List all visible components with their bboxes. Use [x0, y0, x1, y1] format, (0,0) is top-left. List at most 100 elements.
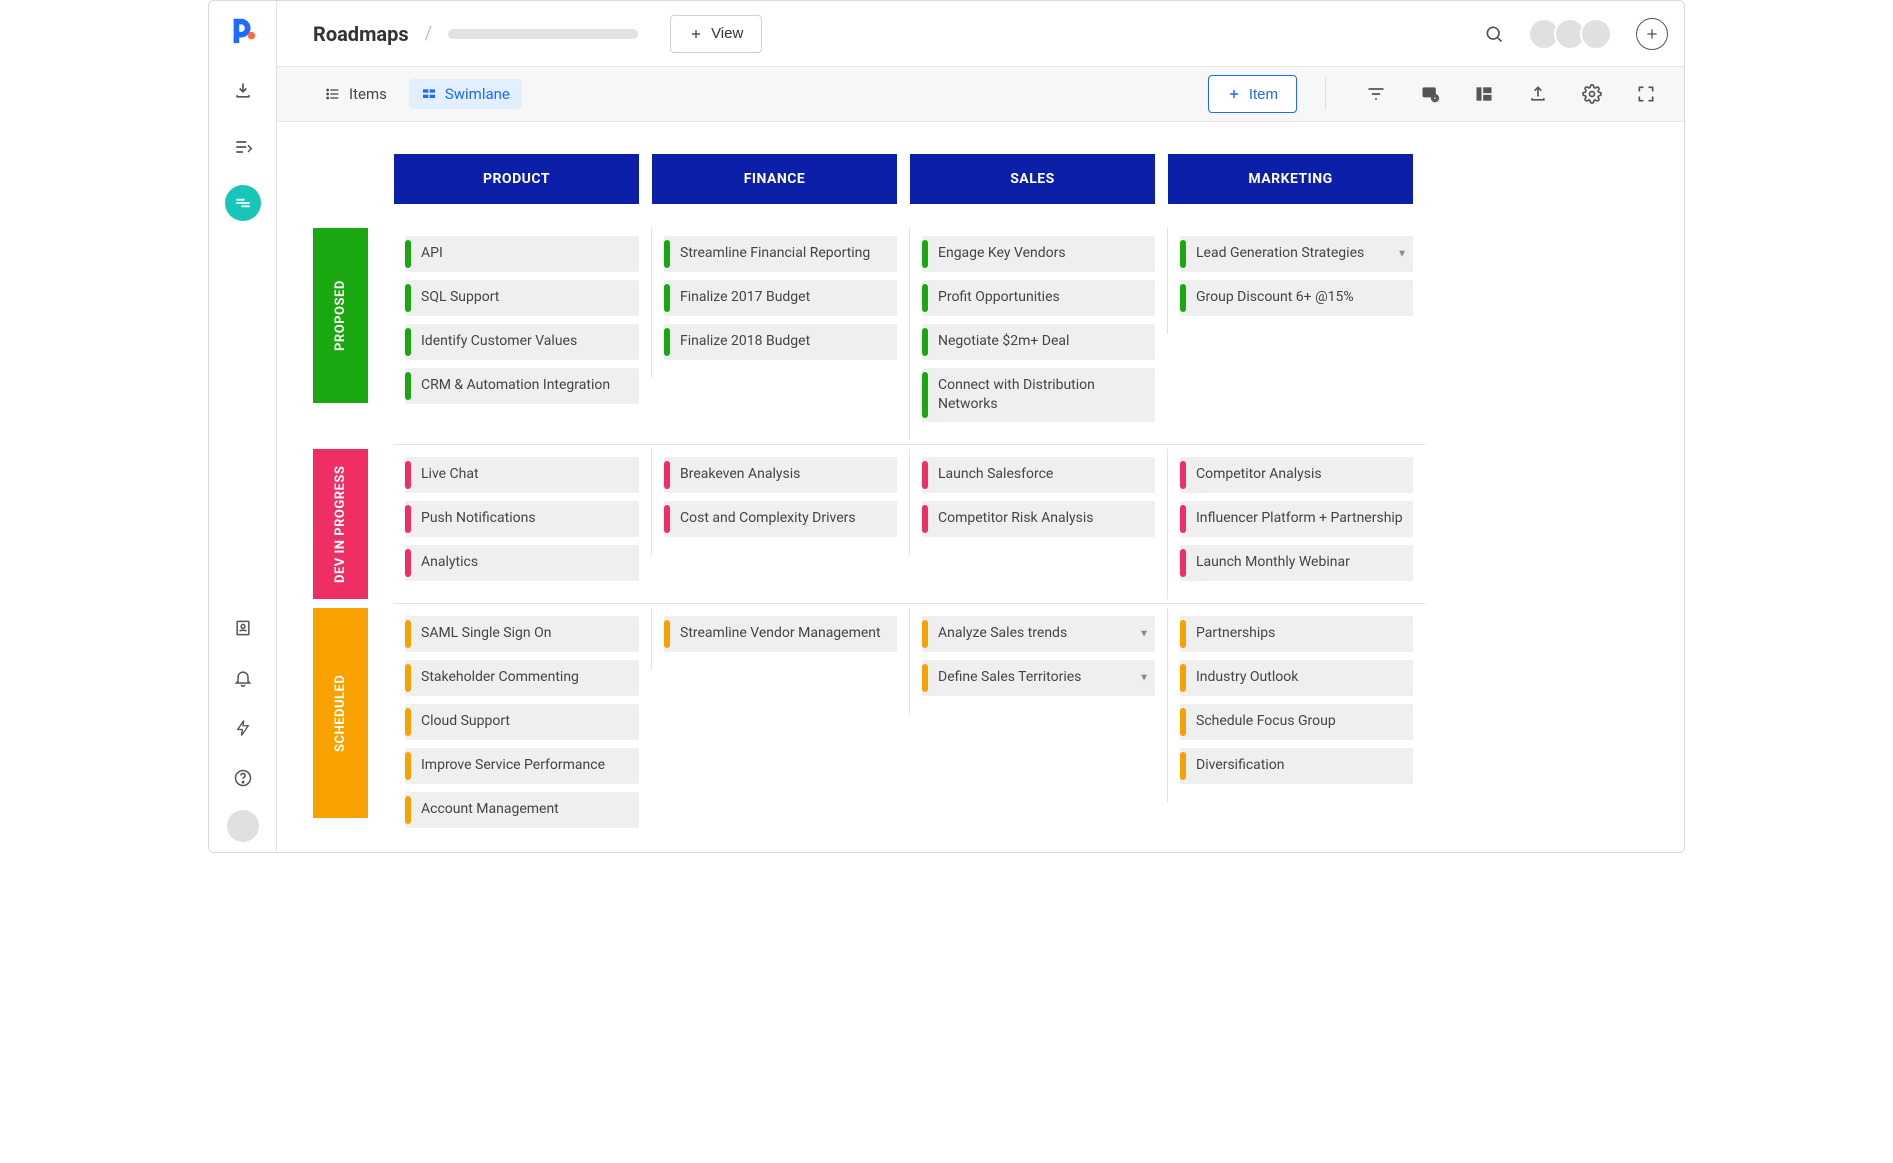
card[interactable]: Breakeven Analysis	[664, 457, 897, 493]
app-window: Roadmaps / View Items	[208, 0, 1685, 853]
card[interactable]: Push Notifications	[405, 501, 639, 537]
page-title: Roadmaps	[313, 22, 409, 46]
card[interactable]: Identify Customer Values	[405, 324, 639, 360]
card[interactable]: Define Sales Territories▼	[922, 660, 1155, 696]
card[interactable]: Engage Key Vendors	[922, 236, 1155, 272]
export-icon[interactable]	[1526, 82, 1550, 106]
cell-scheduled-finance[interactable]: Streamline Vendor Management	[651, 608, 909, 670]
list-icon	[325, 86, 341, 102]
user-avatar-placeholder[interactable]	[227, 810, 259, 842]
card[interactable]: Partnerships	[1180, 616, 1413, 652]
card[interactable]: Influencer Platform + Partnership	[1180, 501, 1413, 537]
card[interactable]: Profit Opportunities	[922, 280, 1155, 316]
card[interactable]: Finalize 2018 Budget	[664, 324, 897, 360]
cell-inprogress-sales[interactable]: Launch Salesforce Competitor Risk Analys…	[909, 449, 1167, 555]
cell-scheduled-sales[interactable]: Analyze Sales trends▼ Define Sales Terri…	[909, 608, 1167, 714]
card[interactable]: Competitor Risk Analysis	[922, 501, 1155, 537]
card[interactable]: Group Discount 6+ @15%	[1180, 280, 1413, 316]
card[interactable]: Launch Monthly Webinar	[1180, 545, 1413, 581]
collaborator-avatars[interactable]	[1528, 18, 1612, 50]
column-header-product[interactable]: PRODUCT	[394, 154, 639, 204]
bell-icon[interactable]	[225, 660, 261, 696]
tab-swimlane-label: Swimlane	[445, 85, 510, 103]
view-toolbar: Items Swimlane Item	[277, 66, 1684, 122]
contacts-icon[interactable]	[225, 610, 261, 646]
cell-inprogress-product[interactable]: Live Chat Push Notifications Analytics	[393, 449, 651, 599]
row-header-inprogress[interactable]: DEV IN PROGRESS	[313, 449, 368, 599]
row-header-scheduled[interactable]: SCHEDULED	[313, 608, 368, 818]
swimlane-board: PRODUCT FINANCE SALES MARKETING PROPOSED…	[277, 122, 1684, 852]
roadmap-icon[interactable]	[225, 185, 261, 221]
layout-icon[interactable]	[1472, 82, 1496, 106]
card[interactable]: API	[405, 236, 639, 272]
card[interactable]: Lead Generation Strategies▼	[1180, 236, 1413, 272]
plus-icon	[689, 27, 703, 41]
link-icon[interactable]	[1418, 82, 1442, 106]
add-item-button[interactable]: Item	[1208, 75, 1297, 113]
column-header-marketing[interactable]: MARKETING	[1168, 154, 1413, 204]
column-header-finance[interactable]: FINANCE	[652, 154, 897, 204]
card[interactable]: CRM & Automation Integration	[405, 368, 639, 404]
card[interactable]: Cloud Support	[405, 704, 639, 740]
card[interactable]: Launch Salesforce	[922, 457, 1155, 493]
card[interactable]: Schedule Focus Group	[1180, 704, 1413, 740]
card[interactable]: Live Chat	[405, 457, 639, 493]
card[interactable]: Analyze Sales trends▼	[922, 616, 1155, 652]
settings-icon[interactable]	[1580, 82, 1604, 106]
main-area: Roadmaps / View Items	[277, 1, 1684, 852]
row-divider	[393, 444, 1425, 445]
card[interactable]: Stakeholder Commenting	[405, 660, 639, 696]
card[interactable]: Analytics	[405, 545, 639, 581]
column-header-sales[interactable]: SALES	[910, 154, 1155, 204]
card[interactable]: Negotiate $2m+ Deal	[922, 324, 1155, 360]
card[interactable]: SQL Support	[405, 280, 639, 316]
card[interactable]: Account Management	[405, 792, 639, 828]
card[interactable]: Cost and Complexity Drivers	[664, 501, 897, 537]
view-button[interactable]: View	[670, 15, 762, 53]
chevron-down-icon[interactable]: ▼	[1139, 672, 1149, 683]
cell-proposed-product[interactable]: API SQL Support Identify Customer Values…	[393, 228, 651, 422]
cell-scheduled-marketing[interactable]: Partnerships Industry Outlook Schedule F…	[1167, 608, 1425, 802]
card[interactable]: SAML Single Sign On	[405, 616, 639, 652]
cell-inprogress-marketing[interactable]: Competitor Analysis Influencer Platform …	[1167, 449, 1425, 599]
bolt-icon[interactable]	[225, 710, 261, 746]
top-bar: Roadmaps / View	[277, 1, 1684, 66]
card[interactable]: Connect with Distribution Networks	[922, 368, 1155, 422]
chevron-down-icon[interactable]: ▼	[1397, 249, 1407, 260]
add-item-label: Item	[1249, 86, 1278, 103]
card[interactable]: Streamline Vendor Management	[664, 616, 897, 652]
left-rail	[209, 1, 277, 852]
help-icon[interactable]	[225, 760, 261, 796]
cell-inprogress-finance[interactable]: Breakeven Analysis Cost and Complexity D…	[651, 449, 909, 555]
chevron-down-icon[interactable]: ▼	[1139, 628, 1149, 639]
tab-items-label: Items	[349, 85, 387, 103]
tab-swimlane[interactable]: Swimlane	[409, 79, 522, 109]
fullscreen-icon[interactable]	[1634, 82, 1658, 106]
avatar[interactable]	[1580, 18, 1612, 50]
breadcrumb-separator: /	[425, 23, 432, 44]
app-logo	[228, 15, 258, 45]
card[interactable]: Industry Outlook	[1180, 660, 1413, 696]
cell-scheduled-product[interactable]: SAML Single Sign On Stakeholder Commenti…	[393, 608, 651, 846]
import-icon[interactable]	[225, 73, 261, 109]
plus-icon	[1227, 87, 1241, 101]
filter-icon[interactable]	[1364, 82, 1388, 106]
card[interactable]: Finalize 2017 Budget	[664, 280, 897, 316]
card[interactable]: Streamline Financial Reporting	[664, 236, 897, 272]
row-header-proposed[interactable]: PROPOSED	[313, 228, 368, 403]
view-button-label: View	[711, 25, 743, 42]
cell-proposed-sales[interactable]: Engage Key Vendors Profit Opportunities …	[909, 228, 1167, 440]
search-icon[interactable]	[1482, 22, 1506, 46]
tab-items[interactable]: Items	[313, 79, 399, 109]
row-divider	[393, 603, 1425, 604]
card[interactable]: Diversification	[1180, 748, 1413, 784]
list-icon[interactable]	[225, 129, 261, 165]
plus-icon	[1644, 26, 1660, 42]
card[interactable]: Improve Service Performance	[405, 748, 639, 784]
toolbar-divider	[1325, 78, 1326, 110]
cell-proposed-finance[interactable]: Streamline Financial Reporting Finalize …	[651, 228, 909, 378]
cell-proposed-marketing[interactable]: Lead Generation Strategies▼ Group Discou…	[1167, 228, 1425, 334]
add-collaborator-button[interactable]	[1636, 18, 1668, 50]
swimlane-icon	[421, 86, 437, 102]
card[interactable]: Competitor Analysis	[1180, 457, 1413, 493]
